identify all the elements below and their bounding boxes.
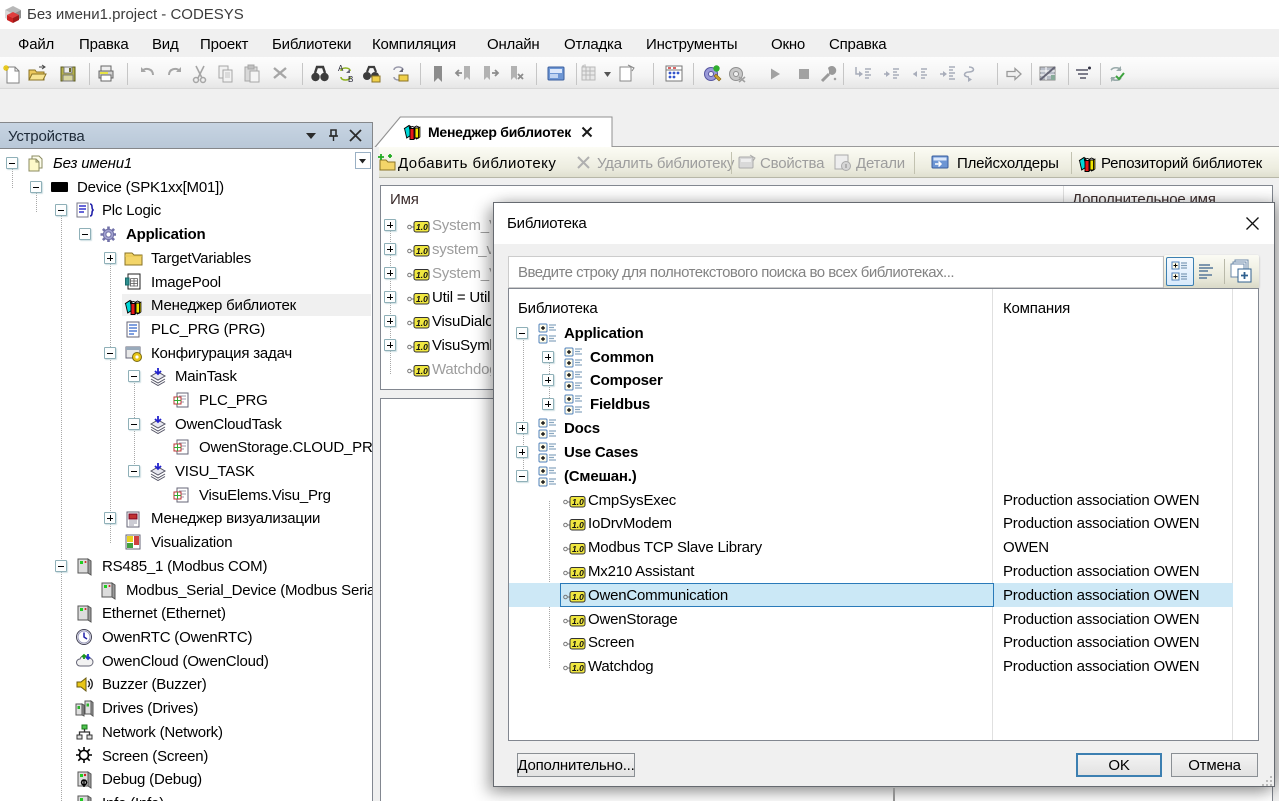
svg-text:1.0: 1.0	[572, 639, 584, 649]
svg-text:1.0: 1.0	[572, 544, 584, 554]
svg-text:1.0: 1.0	[572, 568, 584, 578]
svg-text:1.0: 1.0	[416, 342, 428, 352]
svg-text:1.0: 1.0	[572, 663, 584, 673]
svg-text:1.0: 1.0	[572, 497, 584, 507]
svg-text:1.0: 1.0	[416, 222, 428, 232]
svg-text:1.0: 1.0	[416, 366, 428, 376]
svg-text:1.0: 1.0	[572, 592, 584, 602]
svg-text:1.0: 1.0	[572, 616, 584, 626]
svg-text:1.0: 1.0	[416, 318, 428, 328]
svg-text:B: B	[348, 75, 353, 84]
svg-text:1.0: 1.0	[416, 246, 428, 256]
svg-text:1.0: 1.0	[416, 270, 428, 280]
svg-text:1.0: 1.0	[416, 294, 428, 304]
svg-text:A: A	[338, 64, 344, 73]
svg-text:1.0: 1.0	[572, 520, 584, 530]
